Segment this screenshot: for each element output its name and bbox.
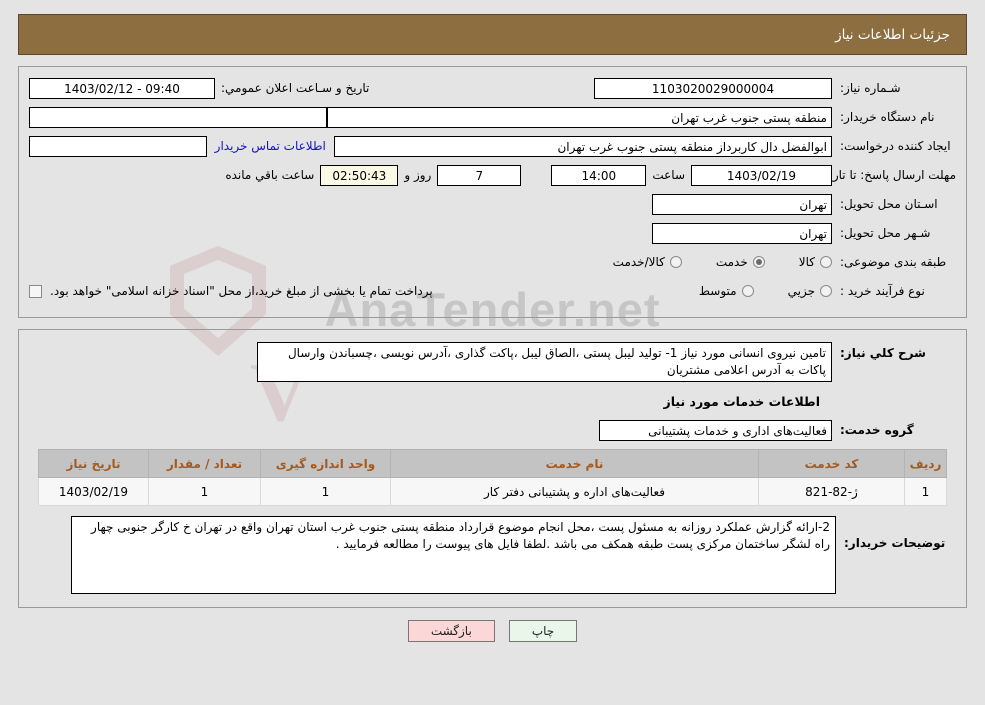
process-radio-group[interactable]: جزيي متوسط: [665, 284, 832, 298]
process-label: نوع فرآیند خرید :: [840, 284, 925, 298]
col-service-name: نام خدمت: [390, 449, 759, 478]
need-number-label: شـماره نیاز:: [840, 81, 901, 95]
service-group-value: فعالیت‌های اداری و خدمات پشتیبانی: [599, 419, 832, 441]
buyer-org-value: منطقه پستی جنوب غرب تهران: [327, 106, 832, 128]
back-button[interactable]: بازگشت: [407, 620, 495, 642]
cell-service-code: ژ-82-821: [758, 477, 905, 506]
category-label: طبقه بندی موضوعی:: [840, 255, 947, 269]
row-creator: ایجاد کننده درخواست: ابوالفضل دال کاربرد…: [29, 133, 956, 159]
description-label: شرح کلي نیاز:: [840, 346, 926, 360]
services-panel: شرح کلي نیاز: تامین نیروی انسانی مورد نی…: [18, 329, 967, 608]
cell-unit: 1: [260, 477, 391, 506]
category-option-label: کالا/خدمت: [612, 255, 665, 269]
category-radio-group[interactable]: کالا خدمت کالا/خدمت: [579, 255, 832, 269]
deadline-days: 7: [437, 164, 522, 186]
extra-empty-field: [29, 106, 328, 128]
process-option-label: جزيي: [787, 284, 815, 298]
col-radif: ردیف: [904, 449, 947, 478]
buyer-org-label: نام دستگاه خریدار:: [840, 110, 935, 124]
category-option-kala-khedmat[interactable]: کالا/خدمت: [613, 255, 682, 269]
province-label: اسـتان محل تحویل:: [840, 197, 938, 211]
province-value: تهران: [652, 193, 832, 215]
cell-radif: 1: [904, 477, 947, 506]
treasury-note: پرداخت تمام یا بخشی از مبلغ خرید،از محل …: [50, 284, 433, 298]
process-option-label: متوسط: [698, 284, 737, 298]
table-row: 1 ژ-82-821 فعالیت‌های اداره و پشتیبانی د…: [38, 477, 947, 506]
row-buyer-org: نام دستگاه خریدار: منطقه پستی جنوب غرب ت…: [29, 104, 956, 130]
description-textarea[interactable]: تامین نیروی انسانی مورد نیاز 1- تولید لی…: [257, 342, 832, 382]
row-description: شرح کلي نیاز: تامین نیروی انسانی مورد نی…: [29, 342, 956, 382]
row-buyer-notes: توضیحات خریدار: 2-ارائه گزارش عملکرد روز…: [29, 516, 956, 594]
page-title: جزئیات اطلاعات نیاز: [835, 26, 950, 43]
buyer-notes-label: توضیحات خریدار:: [844, 536, 946, 550]
table-header-row: ردیف کد خدمت نام خدمت واحد اندازه گیری ت…: [38, 449, 947, 478]
radio-icon[interactable]: [820, 256, 832, 268]
row-province: اسـتان محل تحویل: تهران: [29, 191, 956, 217]
cell-quantity: 1: [148, 477, 261, 506]
row-need-number: شـماره نیاز: 1103020029000004 تاریخ و سـ…: [29, 75, 956, 101]
secondary-region-field: [29, 135, 207, 157]
radio-icon[interactable]: [669, 256, 682, 268]
creator-value: ابوالفضل دال کاربرداز منطقه پستی جنوب غر…: [333, 135, 832, 157]
deadline-label: مهلت ارسال پاسخ: تا تاریخ:: [817, 168, 956, 182]
creator-label: ایجاد کننده درخواست:: [840, 139, 951, 153]
services-section-title: اطلاعات خدمات مورد نیاز: [663, 394, 821, 409]
buyer-contact-link[interactable]: اطلاعات تماس خریدار: [207, 139, 334, 153]
page-root: جزئیات اطلاعات نیاز شـماره نیاز: 1103020…: [0, 14, 985, 642]
deadline-remaining-label: ساعت باقي مانده: [225, 168, 315, 182]
col-service-code: کد خدمت: [758, 449, 905, 478]
deadline-countdown: 02:50:43: [320, 164, 399, 186]
announce-value: 09:40 - 1403/02/12: [29, 77, 215, 99]
col-need-date: تاریخ نیاز: [38, 449, 149, 478]
deadline-time: 14:00: [551, 164, 647, 186]
treasury-checkbox[interactable]: [29, 284, 42, 298]
service-group-label: گروه خدمت:: [840, 423, 914, 437]
deadline-days-label: روز و: [404, 168, 432, 182]
city-value: تهران: [652, 222, 832, 244]
radio-icon[interactable]: [820, 285, 832, 297]
radio-icon[interactable]: [752, 256, 765, 268]
cell-service-name: فعالیت‌های اداره و پشتیبانی دفتر کار: [390, 477, 759, 506]
category-option-label: خدمت: [715, 255, 748, 269]
page-title-bar: جزئیات اطلاعات نیاز: [18, 14, 967, 55]
services-table: ردیف کد خدمت نام خدمت واحد اندازه گیری ت…: [38, 449, 947, 506]
row-city: شـهر محل تحویل: تهران: [29, 220, 956, 246]
buyer-notes-textarea[interactable]: 2-ارائه گزارش عملکرد روزانه به مسئول پست…: [71, 516, 836, 594]
deadline-date: 1403/02/19: [691, 164, 832, 186]
cell-need-date: 1403/02/19: [38, 477, 149, 506]
category-option-label: کالا: [798, 255, 815, 269]
row-category: طبقه بندی موضوعی: کالا خدمت کالا/خدمت: [29, 249, 956, 275]
need-info-panel: شـماره نیاز: 1103020029000004 تاریخ و سـ…: [18, 66, 967, 318]
print-button[interactable]: چاپ: [508, 620, 578, 642]
row-process-type: نوع فرآیند خرید : جزيي متوسط پرداخت تمام…: [29, 278, 956, 304]
announce-label: تاریخ و سـاعت اعلان عمومي:: [221, 81, 370, 95]
city-label: شـهر محل تحویل:: [840, 226, 931, 240]
deadline-time-label: ساعت: [652, 168, 685, 182]
button-bar: چاپ بازگشت: [0, 620, 985, 642]
col-unit: واحد اندازه گیری: [260, 449, 391, 478]
row-deadline: مهلت ارسال پاسخ: تا تاریخ: 1403/02/19 سا…: [29, 162, 956, 188]
need-number-value: 1103020029000004: [594, 77, 832, 99]
col-quantity: تعداد / مقدار: [148, 449, 261, 478]
radio-icon[interactable]: [741, 285, 754, 297]
process-option-motavaset[interactable]: متوسط: [699, 284, 754, 298]
category-option-kala[interactable]: کالا: [799, 255, 832, 269]
category-option-khedmat[interactable]: خدمت: [716, 255, 765, 269]
process-option-jozee[interactable]: جزيي: [788, 284, 832, 298]
row-service-group: گروه خدمت: فعالیت‌های اداری و خدمات پشتی…: [29, 417, 956, 443]
